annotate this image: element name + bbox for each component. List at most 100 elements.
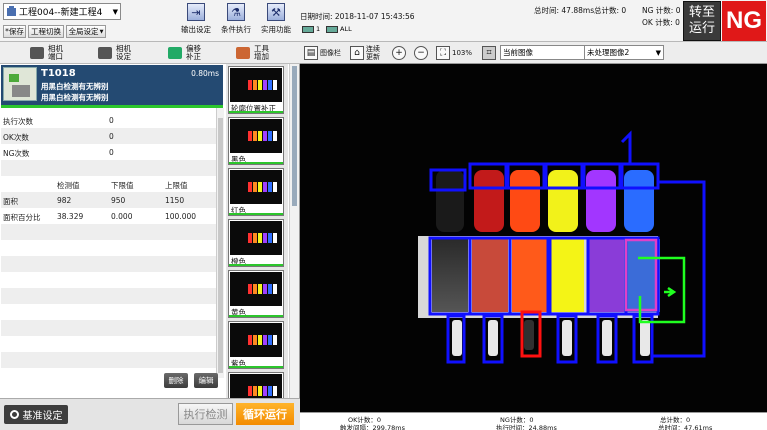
continuous-update-label: 连续 更新 [366,45,380,61]
col-header: 检测值 [57,181,80,190]
image-viewer[interactable] [300,64,767,412]
status-exec-time: 执行时间：24.88ms [496,424,557,430]
row-label: 面积 [3,197,18,206]
roi-button[interactable]: ⌗ [482,44,498,62]
table-row: OK次数 0 [1,128,216,144]
result-badge: NG [722,1,766,41]
table-row: 面积 982 950 1150 [1,192,216,208]
tool-list-item[interactable]: 轮廓位置补正 [228,66,284,114]
project-selector[interactable]: 工程004--新建工程4 ▼ [3,3,121,20]
delete-button[interactable]: 删除 [164,373,188,388]
ok-indicator [229,264,283,266]
total-time: 总时间: 47.88ms [534,6,595,15]
tool-list-scrollbar[interactable] [289,64,299,398]
tool-preview-image [230,68,282,102]
base-settings-button[interactable]: 基准设定 [4,405,68,424]
tab-camera-port-label: 相机 端口 [48,44,63,61]
conditional-exec-label: 条件执行 [221,25,251,34]
camera-image [418,130,706,364]
tab-camera-settings[interactable]: 相机 设定 [98,43,131,63]
viewer-toolbar: ▤图像栏 ⌂连续 更新 + − ⛶103% ⌗ 当前图像 ▼ 未处理图像2 ▼ [300,42,767,64]
tab-offset-correction[interactable]: 偏移 补正 [168,43,201,63]
table-row: 执行次数 0 [1,112,216,128]
continuous-update-button[interactable]: ⌂ 连续 更新 [350,44,380,62]
vial-black [436,170,464,232]
image-bar-label: 图像栏 [320,49,341,57]
ok-indicator [229,162,283,164]
cam-tab-all-label: ALL [340,25,352,33]
image-bar-button[interactable]: ▤ 图像栏 [304,44,341,62]
tool-list-item[interactable]: 黄色 [228,270,284,318]
cam-tab-1[interactable]: 1 [302,24,320,34]
cell: 100.000 [165,212,197,221]
chevron-down-icon: ▼ [99,28,104,35]
camera-tabs: 1 ALL [300,21,380,35]
selected-tool-unit[interactable]: T1018 0.80ms 用黑白检测有无辨别 用黑白检测有无辨别 [1,65,223,105]
save-button[interactable]: *保存 [3,25,26,38]
loop-run-button[interactable]: 循环运行 [236,403,294,425]
output-settings-label: 输出设定 [181,25,211,34]
ng-count: NG 计数: 0 [642,6,681,15]
body-black [432,239,468,312]
tool-panel: 相机 端口 相机 设定 偏移 补正 工具 增加 T1018 0.80ms 用黑白… [0,42,300,420]
table-row [1,160,216,176]
output-settings-button[interactable]: ⇥ 输出设定 [178,3,214,39]
ok-indicator [229,366,283,368]
detail-scrollbar[interactable] [216,108,224,378]
tool-preview-image [230,119,282,153]
tab-camera-port[interactable]: 相机 端口 [30,43,63,63]
vial-purple [586,170,616,232]
tool-preview-image [230,221,282,255]
utility-button[interactable]: ⚒ 实用功能 [258,3,294,39]
row-label: OK次数 [3,133,29,142]
detail-table: 执行次数 0 OK次数 0 NG次数 0 检测值 下限值 上限值 面积 982 950 1150… [1,108,216,378]
ok-indicator [229,111,283,113]
body-purple [588,239,624,312]
chevron-down-icon: ▼ [112,7,118,16]
conditional-exec-icon: ⚗ [227,3,245,21]
offset-icon [168,47,182,59]
image-bar-icon: ▤ [304,46,318,60]
tool-preview-image [230,170,282,204]
conditional-exec-button[interactable]: ⚗ 条件执行 [218,3,254,39]
zoom-in-button[interactable]: + [392,44,408,62]
edit-button[interactable]: 编辑 [194,373,218,388]
utility-label: 实用功能 [261,25,291,34]
status-trigger-interval: 触发间隔：299.78ms [340,424,405,430]
tool-list-item[interactable]: 橙色 [228,219,284,267]
tip [524,320,534,350]
global-settings-label: 全局设定 [68,27,99,36]
switch-project-button[interactable]: 工程切换 [28,25,64,38]
tip [562,320,572,356]
cell: 982 [57,196,72,205]
chevron-down-icon: ▼ [655,48,661,57]
camera-icon [30,47,44,59]
unit-time: 0.80ms [191,69,219,78]
continuous-update-icon: ⌂ [350,46,364,60]
goto-run-label-2: 运行 [688,21,715,36]
col-header: 上限值 [165,181,188,190]
tab-tool-add[interactable]: 工具 增加 [236,43,269,63]
vial-yellow [548,170,578,232]
process-select[interactable]: 未处理图像2 ▼ [584,45,664,60]
camera-icon [326,25,338,33]
row-value: 0 [109,148,114,157]
status-bar: OK计数：0 NG计数：0 总计数：0 触发间隔：299.78ms 执行时间：2… [300,412,767,430]
tool-list-item[interactable]: 红色 [228,168,284,216]
exec-check-button[interactable]: 执行检测 [178,403,233,425]
body-yellow [548,239,584,312]
goto-run-button[interactable]: 转至 运行 [683,1,721,41]
tip [640,320,650,356]
tool-list-item[interactable]: 紫色 [228,321,284,369]
fit-button[interactable]: ⛶ 103% [436,44,472,62]
body-blue [624,239,660,312]
table-header-row: 检测值 下限值 上限值 [1,176,216,192]
global-settings-button[interactable]: 全局设定 ▼ [66,25,106,38]
tip [602,320,612,356]
cam-tab-all[interactable]: ALL [326,24,352,34]
table-row [1,256,216,272]
tool-list-item[interactable]: 黑色 [228,117,284,165]
zoom-out-button[interactable]: − [414,44,430,62]
row-label: NG次数 [3,149,30,158]
gear-icon [9,410,19,419]
